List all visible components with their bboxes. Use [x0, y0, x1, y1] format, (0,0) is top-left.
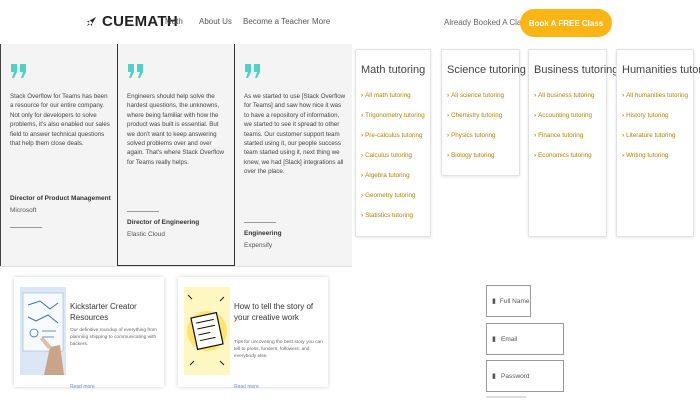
- testimonial-card: Stack Overflow for Teams has been a reso…: [0, 44, 118, 266]
- read-more-link[interactable]: Read more: [234, 384, 259, 390]
- tutoring-link[interactable]: › Finance tutoring: [534, 132, 594, 152]
- chevron-right-icon: ›: [447, 92, 450, 99]
- tutoring-link[interactable]: › Pre-calculus tutoring: [361, 132, 425, 152]
- chevron-right-icon: ›: [622, 112, 625, 119]
- testimonial-text: Engineers should help solve the hardest …: [127, 93, 225, 166]
- chevron-right-icon: ›: [361, 132, 364, 139]
- chevron-right-icon: ›: [622, 132, 625, 139]
- quote-icon: [128, 64, 143, 78]
- nav-link-math[interactable]: Math: [165, 17, 183, 26]
- top-nav: CUEMATH Math About Us Become a Teacher M…: [0, 0, 700, 44]
- tutoring-link[interactable]: › All math tutoring: [361, 92, 425, 112]
- tutoring-link[interactable]: › All science tutoring: [447, 92, 504, 112]
- nav-link-become-teacher[interactable]: Become a Teacher: [243, 17, 310, 26]
- link-list: › All humanities tutoring › History tutori…: [622, 92, 688, 172]
- testimonial-card: Engineers should help solve the hardest …: [117, 44, 235, 266]
- business-tutoring-card: Business tutoring › All business tutoring…: [528, 49, 618, 237]
- password-field[interactable]: ▮: [486, 360, 564, 392]
- card-title: Math tutoring: [361, 64, 426, 76]
- testimonial-company: Microsoft: [10, 207, 37, 214]
- tutoring-link[interactable]: › Writing tutoring: [622, 152, 688, 172]
- chevron-right-icon: ›: [534, 92, 537, 99]
- password-input[interactable]: [501, 372, 561, 380]
- card-title: Humanities tutoring: [622, 64, 700, 76]
- link-list: › All math tutoring › Trigonometry tutorin…: [361, 92, 425, 232]
- chevron-right-icon: ›: [622, 92, 625, 99]
- testimonial-divider: [10, 227, 42, 228]
- nav-link-about[interactable]: About Us: [199, 17, 232, 26]
- chevron-right-icon: ›: [534, 152, 537, 159]
- full-name-field[interactable]: ▮: [486, 285, 560, 317]
- chevron-right-icon: ›: [361, 112, 364, 119]
- chevron-right-icon: ›: [361, 212, 364, 219]
- resource-description: Our definitive roundup of everything fro…: [70, 328, 157, 347]
- email-input[interactable]: [501, 335, 561, 343]
- tutoring-link[interactable]: › Accounting tutoring: [534, 112, 594, 132]
- testimonial-company: Expensify: [244, 242, 273, 249]
- tutoring-link[interactable]: › Statistics tutoring: [361, 212, 425, 232]
- chevron-right-icon: ›: [361, 92, 364, 99]
- card-title: Business tutoring: [534, 64, 619, 76]
- chevron-right-icon: ›: [447, 112, 450, 119]
- chevron-right-icon: ›: [622, 152, 625, 159]
- user-icon: ▮: [492, 298, 496, 305]
- tutoring-link[interactable]: › All business tutoring: [534, 92, 594, 112]
- chevron-right-icon: ›: [447, 152, 450, 159]
- form-divider: [486, 396, 526, 398]
- testimonial-role: Director of Engineering: [127, 219, 200, 226]
- resources-section: Kickstarter Creator Resources Our defini…: [0, 267, 352, 400]
- book-free-class-button[interactable]: Book A FREE Class: [520, 9, 612, 37]
- resource-card[interactable]: How to tell the story of your creative w…: [178, 277, 328, 390]
- email-field[interactable]: ▮: [486, 323, 564, 355]
- quote-icon: [11, 64, 26, 78]
- tutoring-link[interactable]: › Physics tutoring: [447, 132, 504, 152]
- chevron-right-icon: ›: [534, 132, 537, 139]
- math-tutoring-card: Math tutoring › All math tutoring › Trigon…: [355, 49, 431, 237]
- nav-link-more[interactable]: More: [312, 17, 330, 26]
- tutoring-link[interactable]: › History tutoring: [622, 112, 688, 132]
- full-name-input[interactable]: [499, 297, 560, 305]
- tutoring-link[interactable]: › Chemistry tutoring: [447, 112, 504, 132]
- link-list: › All business tutoring › Accounting tutor…: [534, 92, 594, 172]
- testimonial-role: Engineering: [244, 230, 282, 237]
- whiteboard-image: [20, 287, 66, 375]
- resource-title[interactable]: Kickstarter Creator Resources: [70, 301, 162, 323]
- testimonial-company: Elastic Cloud: [127, 231, 165, 238]
- resource-title[interactable]: How to tell the story of your creative w…: [234, 301, 326, 323]
- tutoring-link[interactable]: › Geometry tutoring: [361, 192, 425, 212]
- tutoring-link[interactable]: › Literature tutoring: [622, 132, 688, 152]
- tutoring-link[interactable]: › Algebra tutoring: [361, 172, 425, 192]
- resource-description: Tips for uncovering the best story you c…: [234, 340, 323, 359]
- chevron-right-icon: ›: [361, 192, 364, 199]
- chevron-right-icon: ›: [534, 112, 537, 119]
- email-icon: ▮: [492, 336, 496, 343]
- lock-icon: ▮: [492, 373, 496, 380]
- testimonial-text: Stack Overflow for Teams has been a reso…: [10, 93, 110, 148]
- read-more-link[interactable]: Read more: [70, 384, 95, 390]
- chevron-right-icon: ›: [361, 172, 364, 179]
- testimonial-divider: [127, 211, 159, 212]
- testimonial-card: As we started to use [Stack Overflow for…: [235, 44, 352, 266]
- tutoring-link[interactable]: › Trigonometry tutoring: [361, 112, 425, 132]
- chevron-right-icon: ›: [361, 152, 364, 159]
- testimonial-text: As we started to use [Stack Overflow for…: [244, 93, 346, 176]
- tutoring-link[interactable]: › Biology tutoring: [447, 152, 504, 172]
- resource-card[interactable]: Kickstarter Creator Resources Our defini…: [14, 277, 164, 390]
- quote-icon: [245, 64, 260, 78]
- tutoring-link[interactable]: › All humanities tutoring: [622, 92, 688, 112]
- tutoring-link[interactable]: › Calculus tutoring: [361, 152, 425, 172]
- humanities-tutoring-card: Humanities tutoring ›All humanities tuto…: [616, 49, 700, 237]
- chevron-right-icon: ›: [447, 132, 450, 139]
- rocket-icon: [86, 16, 97, 27]
- testimonial-divider: [244, 222, 276, 223]
- link-list: › All science tutoring › Chemistry tutorin…: [447, 92, 504, 172]
- tutoring-link[interactable]: › Economics tutoring: [534, 152, 594, 172]
- testimonials-section: Stack Overflow for Teams has been a reso…: [0, 44, 352, 268]
- testimonial-role: Director of Product Management: [10, 195, 111, 202]
- storytelling-illustration: [184, 287, 230, 375]
- science-tutoring-card: Science tutoring › All science tutoring ›…: [441, 49, 526, 176]
- card-title: Science tutoring: [447, 64, 526, 76]
